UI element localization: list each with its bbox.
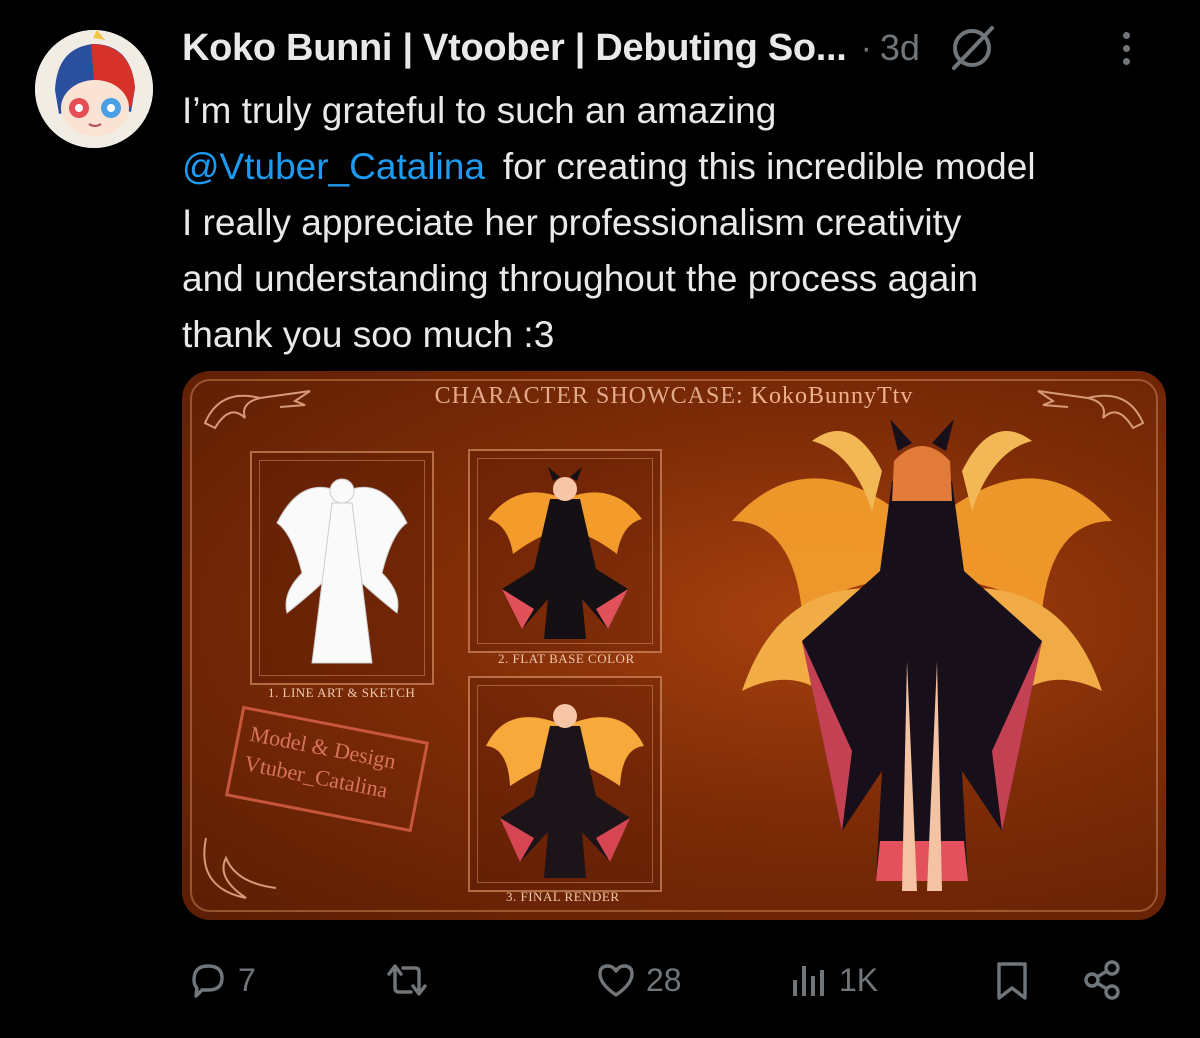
like-button[interactable]: 28 bbox=[594, 948, 682, 1012]
line-art-panel bbox=[250, 451, 434, 685]
author-avatar[interactable] bbox=[35, 30, 153, 148]
showcase-handle: KokoBunnyTtv bbox=[750, 383, 914, 409]
reply-count: 7 bbox=[238, 961, 256, 998]
flat-color-panel bbox=[468, 449, 662, 653]
tweet-header: Koko Bunni | Vtoober | Debuting So... · … bbox=[182, 20, 1170, 76]
line-art-caption: 1. LINE ART & SKETCH bbox=[268, 685, 416, 700]
views-icon bbox=[793, 966, 824, 996]
repost-icon bbox=[387, 964, 427, 996]
flat-color-caption: 2. FLAT BASE COLOR bbox=[498, 651, 635, 666]
tweet-text-line: I’m truly grateful to such an amazing bbox=[182, 90, 777, 131]
grok-icon[interactable] bbox=[946, 22, 998, 74]
tweet-media-image[interactable]: Character Showcase: KokoBunnyTtv 1. LINE… bbox=[182, 371, 1166, 920]
tweet-text: I’m truly grateful to such an amazing @V… bbox=[182, 83, 1182, 363]
author-name[interactable]: Koko Bunni | Vtoober | Debuting So... bbox=[182, 27, 847, 70]
tweet-text-line: I really appreciate her professionalism … bbox=[182, 202, 962, 243]
tweet-text-fragment: for creating this incredible model bbox=[502, 146, 1036, 187]
tweet-text-line: @Vtuber_Catalina for creating this incred… bbox=[182, 139, 1182, 195]
tweet-timestamp[interactable]: 3d bbox=[880, 27, 920, 69]
bookmark-button[interactable] bbox=[990, 948, 1034, 1012]
views-count: 1K bbox=[839, 961, 879, 998]
main-character-illustration bbox=[732, 419, 1112, 891]
final-render-panel bbox=[468, 676, 662, 892]
like-icon bbox=[598, 964, 634, 997]
mention-link[interactable]: @Vtuber_Catalina bbox=[182, 146, 485, 187]
tweet-text-line: and understanding throughout the process… bbox=[182, 258, 979, 299]
share-button[interactable] bbox=[1080, 948, 1124, 1012]
showcase-title: Character Showcase: KokoBunnyTtv bbox=[182, 383, 1166, 410]
flat-color-figure bbox=[488, 467, 642, 639]
final-render-caption: 3. FINAL RENDER bbox=[506, 889, 620, 904]
final-render-figure bbox=[486, 704, 644, 878]
tweet-action-bar: 7 28 1K bbox=[182, 948, 1170, 1012]
like-count: 28 bbox=[646, 961, 682, 998]
reply-icon bbox=[192, 964, 224, 998]
line-art-figure bbox=[276, 478, 408, 664]
views-button[interactable]: 1K bbox=[787, 948, 878, 1012]
repost-button[interactable] bbox=[385, 948, 437, 1012]
bookmark-icon bbox=[997, 962, 1027, 1000]
showcase-title-prefix: Character Showcase: bbox=[434, 383, 744, 409]
share-icon bbox=[1084, 960, 1120, 1000]
tweet-text-line: thank you soo much :3 bbox=[182, 314, 555, 355]
reply-button[interactable]: 7 bbox=[186, 948, 256, 1012]
ornament-icon bbox=[203, 837, 277, 899]
header-separator: · bbox=[860, 28, 872, 67]
more-icon[interactable] bbox=[1106, 26, 1146, 70]
